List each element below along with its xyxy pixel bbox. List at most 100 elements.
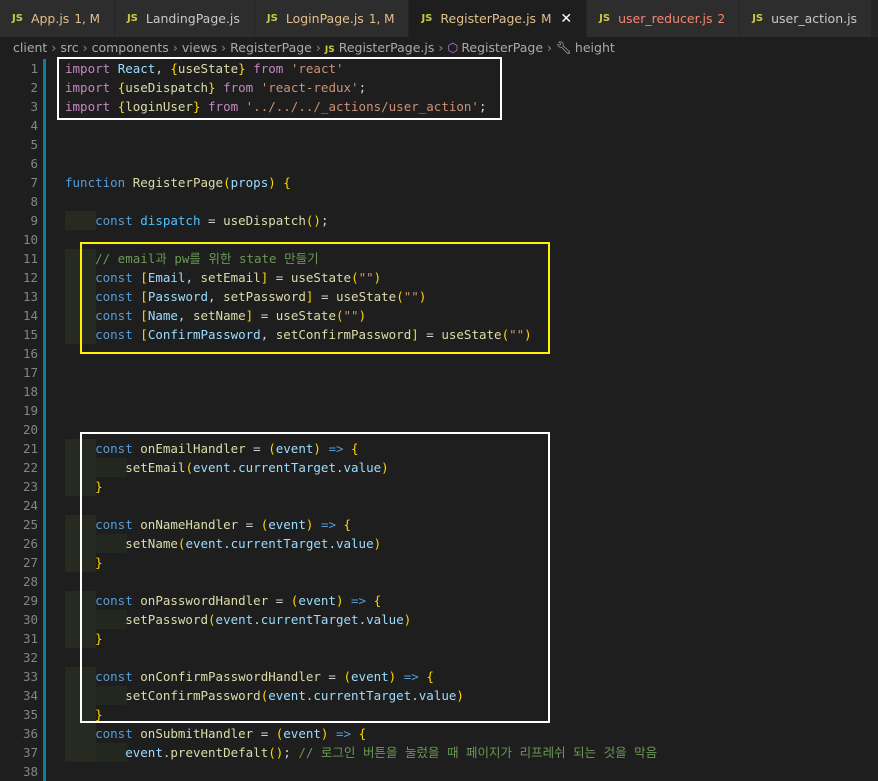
line-number: 24 <box>22 498 38 513</box>
git-change-marker <box>43 211 46 230</box>
line-number: 11 <box>22 251 38 266</box>
line-number: 2 <box>30 80 38 95</box>
chevron-right-icon: › <box>315 40 321 55</box>
git-change-marker <box>43 572 46 591</box>
line-number: 29 <box>22 593 38 608</box>
tab-status: 1, M <box>74 11 100 26</box>
git-change-marker <box>43 553 46 572</box>
git-change-marker <box>43 230 46 249</box>
breadcrumb-item[interactable]: src <box>60 40 78 55</box>
tab-status: M <box>541 11 552 26</box>
line-number: 10 <box>22 232 38 247</box>
code-line[interactable]: 37 event.preventDefalt(); // 로그인 버튼을 눌렀을… <box>0 743 878 762</box>
breadcrumb-item[interactable]: client <box>13 40 47 55</box>
breadcrumb-item[interactable]: height <box>575 40 615 55</box>
line-number: 14 <box>22 308 38 323</box>
git-change-marker <box>43 268 46 287</box>
code-text[interactable]: const dispatch = useDispatch(); <box>65 211 328 230</box>
git-change-marker <box>43 363 46 382</box>
git-change-marker <box>43 477 46 496</box>
js-file-icon: JS <box>12 13 23 24</box>
line-number: 15 <box>22 327 38 342</box>
line-number: 34 <box>22 688 38 703</box>
code-line[interactable]: 6 <box>0 154 878 173</box>
tab-user_reducer-js[interactable]: JS user_reducer.js 2 <box>587 0 741 37</box>
tab-status: 1, M <box>368 11 395 26</box>
breadcrumb-item[interactable]: RegisterPage <box>461 40 543 55</box>
git-change-marker <box>43 249 46 268</box>
line-number: 12 <box>22 270 38 285</box>
js-file-icon: JS <box>266 13 278 24</box>
chevron-right-icon: › <box>51 40 57 55</box>
code-line[interactable]: 38 <box>0 762 878 781</box>
chevron-right-icon: › <box>172 40 178 55</box>
line-number: 32 <box>22 650 38 665</box>
line-number: 8 <box>30 194 38 209</box>
chevron-right-icon: › <box>221 40 227 55</box>
chevron-right-icon: › <box>438 40 444 55</box>
git-change-marker <box>43 629 46 648</box>
line-number: 3 <box>30 99 38 114</box>
tab-registerpage-js[interactable]: JS RegisterPage.js M ✕ <box>409 0 588 37</box>
git-change-marker <box>43 762 46 781</box>
git-change-marker <box>43 135 46 154</box>
tab-user_action-js[interactable]: JS user_action.js <box>740 0 873 37</box>
git-change-marker <box>43 648 46 667</box>
git-change-marker <box>43 287 46 306</box>
git-change-marker <box>43 192 46 211</box>
git-change-marker <box>43 439 46 458</box>
chevron-right-icon: › <box>547 40 553 55</box>
line-number: 36 <box>22 726 38 741</box>
close-icon[interactable]: ✕ <box>560 11 572 27</box>
git-change-marker <box>43 591 46 610</box>
js-file-icon: JS <box>324 45 335 55</box>
tab-loginpage-js[interactable]: JS LoginPage.js 1, M <box>254 0 410 37</box>
code-line[interactable]: 5 <box>0 135 878 154</box>
code-line[interactable]: 17 <box>0 363 878 382</box>
git-change-marker <box>43 173 46 192</box>
git-change-marker <box>43 306 46 325</box>
line-number: 38 <box>22 764 38 779</box>
git-change-marker <box>43 496 46 515</box>
breadcrumb-item[interactable]: RegisterPage.js <box>339 40 435 55</box>
code-line[interactable]: 18 <box>0 382 878 401</box>
js-file-icon: JS <box>126 13 138 24</box>
line-number: 26 <box>22 536 38 551</box>
git-change-marker <box>43 420 46 439</box>
breadcrumb-item[interactable]: components <box>92 40 169 55</box>
git-change-marker <box>43 344 46 363</box>
line-number: 7 <box>30 175 38 190</box>
git-change-marker <box>43 325 46 344</box>
tab-label: user_reducer.js <box>618 11 713 26</box>
tab-landingpage-js[interactable]: JS LandingPage.js <box>114 0 255 37</box>
code-text[interactable]: function RegisterPage(props) { <box>65 173 291 192</box>
line-number: 23 <box>22 479 38 494</box>
line-number: 17 <box>22 365 38 380</box>
line-number: 4 <box>30 118 38 133</box>
code-line[interactable]: 8 <box>0 192 878 211</box>
git-change-marker <box>43 154 46 173</box>
git-change-marker <box>43 116 46 135</box>
breadcrumb-item[interactable]: RegisterPage <box>230 40 312 55</box>
code-text[interactable]: const onSubmitHandler = (event) => { <box>65 724 366 743</box>
line-number: 35 <box>22 707 38 722</box>
line-number: 22 <box>22 460 38 475</box>
code-line[interactable]: 36 const onSubmitHandler = (event) => { <box>0 724 878 743</box>
line-number: 5 <box>30 137 38 152</box>
line-number: 21 <box>22 441 38 456</box>
cube-icon: ⬡ <box>447 40 459 55</box>
line-number: 18 <box>22 384 38 399</box>
git-change-marker <box>43 382 46 401</box>
code-line[interactable]: 9 const dispatch = useDispatch(); <box>0 211 878 230</box>
tab-app-js[interactable]: JS App.js 1, M <box>0 0 115 37</box>
code-line[interactable]: 19 <box>0 401 878 420</box>
code-text[interactable]: event.preventDefalt(); // 로그인 버튼을 눌렀을 때 … <box>65 743 657 762</box>
tab-bar: JS App.js 1, M JS LandingPage.js JS LoginPage.… <box>0 0 878 37</box>
git-change-marker <box>43 97 46 116</box>
line-number: 13 <box>22 289 38 304</box>
git-change-marker <box>43 686 46 705</box>
line-number: 16 <box>22 346 38 361</box>
breadcrumb-item[interactable]: views <box>182 40 217 55</box>
git-change-marker <box>43 743 46 762</box>
code-line[interactable]: 7 function RegisterPage(props) { <box>0 173 878 192</box>
